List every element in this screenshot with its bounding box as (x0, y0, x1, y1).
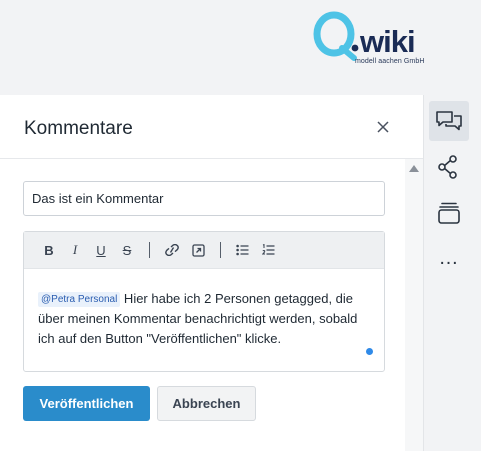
rail-share-button[interactable] (429, 147, 469, 187)
link-icon (165, 244, 179, 256)
link-button[interactable] (163, 241, 181, 259)
right-sidebar: … (423, 95, 481, 451)
numbered-list-icon (261, 244, 274, 255)
more-options-button[interactable]: … (429, 248, 469, 273)
layers-icon (438, 202, 460, 224)
strikethrough-button[interactable]: S (118, 241, 136, 259)
embed-link-button[interactable] (189, 241, 207, 259)
external-link-icon (191, 243, 205, 257)
toolbar-divider (149, 242, 150, 258)
toolbar-divider (220, 242, 221, 258)
italic-button[interactable]: I (66, 241, 84, 259)
close-button[interactable] (373, 117, 393, 137)
editor-toolbar: B I U S (24, 232, 384, 269)
logo-tagline: modell aachen GmbH (355, 58, 425, 65)
mention-tag[interactable]: @Petra Personal (38, 292, 121, 307)
bullet-list-button[interactable] (233, 241, 251, 259)
underline-button[interactable]: U (92, 241, 110, 259)
numbered-list-button[interactable] (259, 241, 277, 259)
panel-title: Kommentare (24, 118, 133, 139)
comment-editor[interactable]: B I U S @Petra Personal Hier habe ich 2 … (23, 231, 385, 372)
comment-title-input[interactable] (23, 181, 385, 216)
publish-button[interactable]: Veröffentlichen (23, 386, 150, 421)
panel-header: Kommentare (0, 95, 423, 159)
vertical-scrollbar[interactable] (405, 159, 423, 451)
rail-versions-button[interactable] (429, 193, 469, 233)
cancel-button[interactable]: Abbrechen (157, 386, 256, 421)
comments-icon (436, 111, 462, 131)
bullet-list-icon (235, 244, 248, 256)
scroll-up-icon[interactable] (409, 165, 419, 172)
svg-text:wiki: wiki (359, 24, 415, 59)
rail-comments-button[interactable] (429, 101, 469, 141)
close-icon (377, 121, 389, 133)
comments-panel: Kommentare B I U S (0, 95, 423, 451)
comment-body-text[interactable]: @Petra Personal Hier habe ich 2 Personen… (38, 289, 374, 349)
share-icon (438, 155, 457, 179)
status-dot (366, 348, 373, 355)
bold-button[interactable]: B (40, 241, 58, 259)
header-band: wiki modell aachen GmbH (0, 0, 481, 95)
